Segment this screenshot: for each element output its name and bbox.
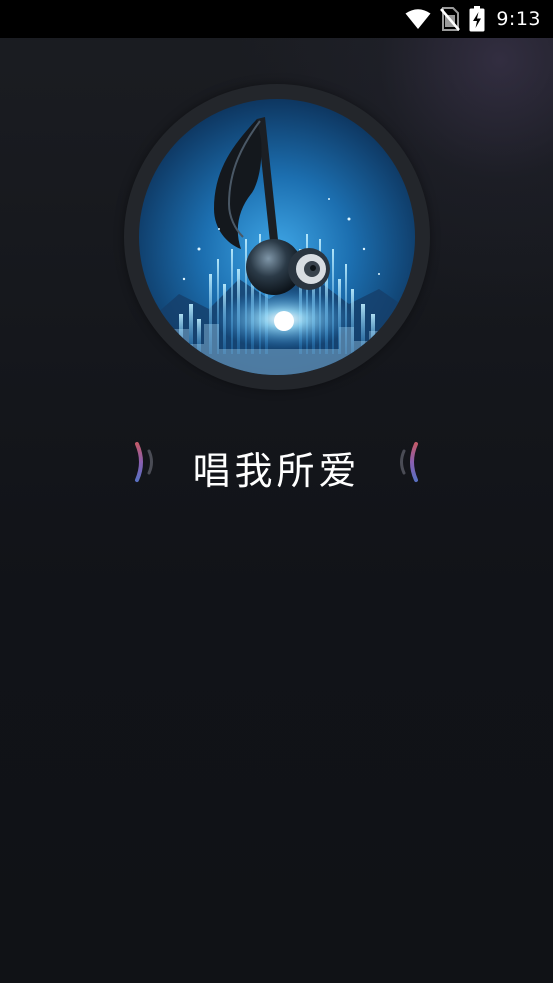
app-title: 唱我所爱 [192, 449, 361, 493]
sound-wave-right-icon [383, 438, 419, 490]
title-row: 唱我所爱 [0, 432, 553, 493]
status-icons: 9:13 [405, 0, 541, 38]
status-time: 9:13 [496, 8, 541, 30]
status-bar: 9:13 [0, 0, 553, 38]
battery-charging-icon [469, 6, 485, 32]
album-cover-ring [124, 84, 430, 390]
no-sim-icon [440, 7, 461, 31]
wifi-icon [405, 8, 431, 30]
splash-screen: 9:13 唱我所爱 [0, 0, 553, 983]
music-note-speaker-image [139, 99, 415, 375]
